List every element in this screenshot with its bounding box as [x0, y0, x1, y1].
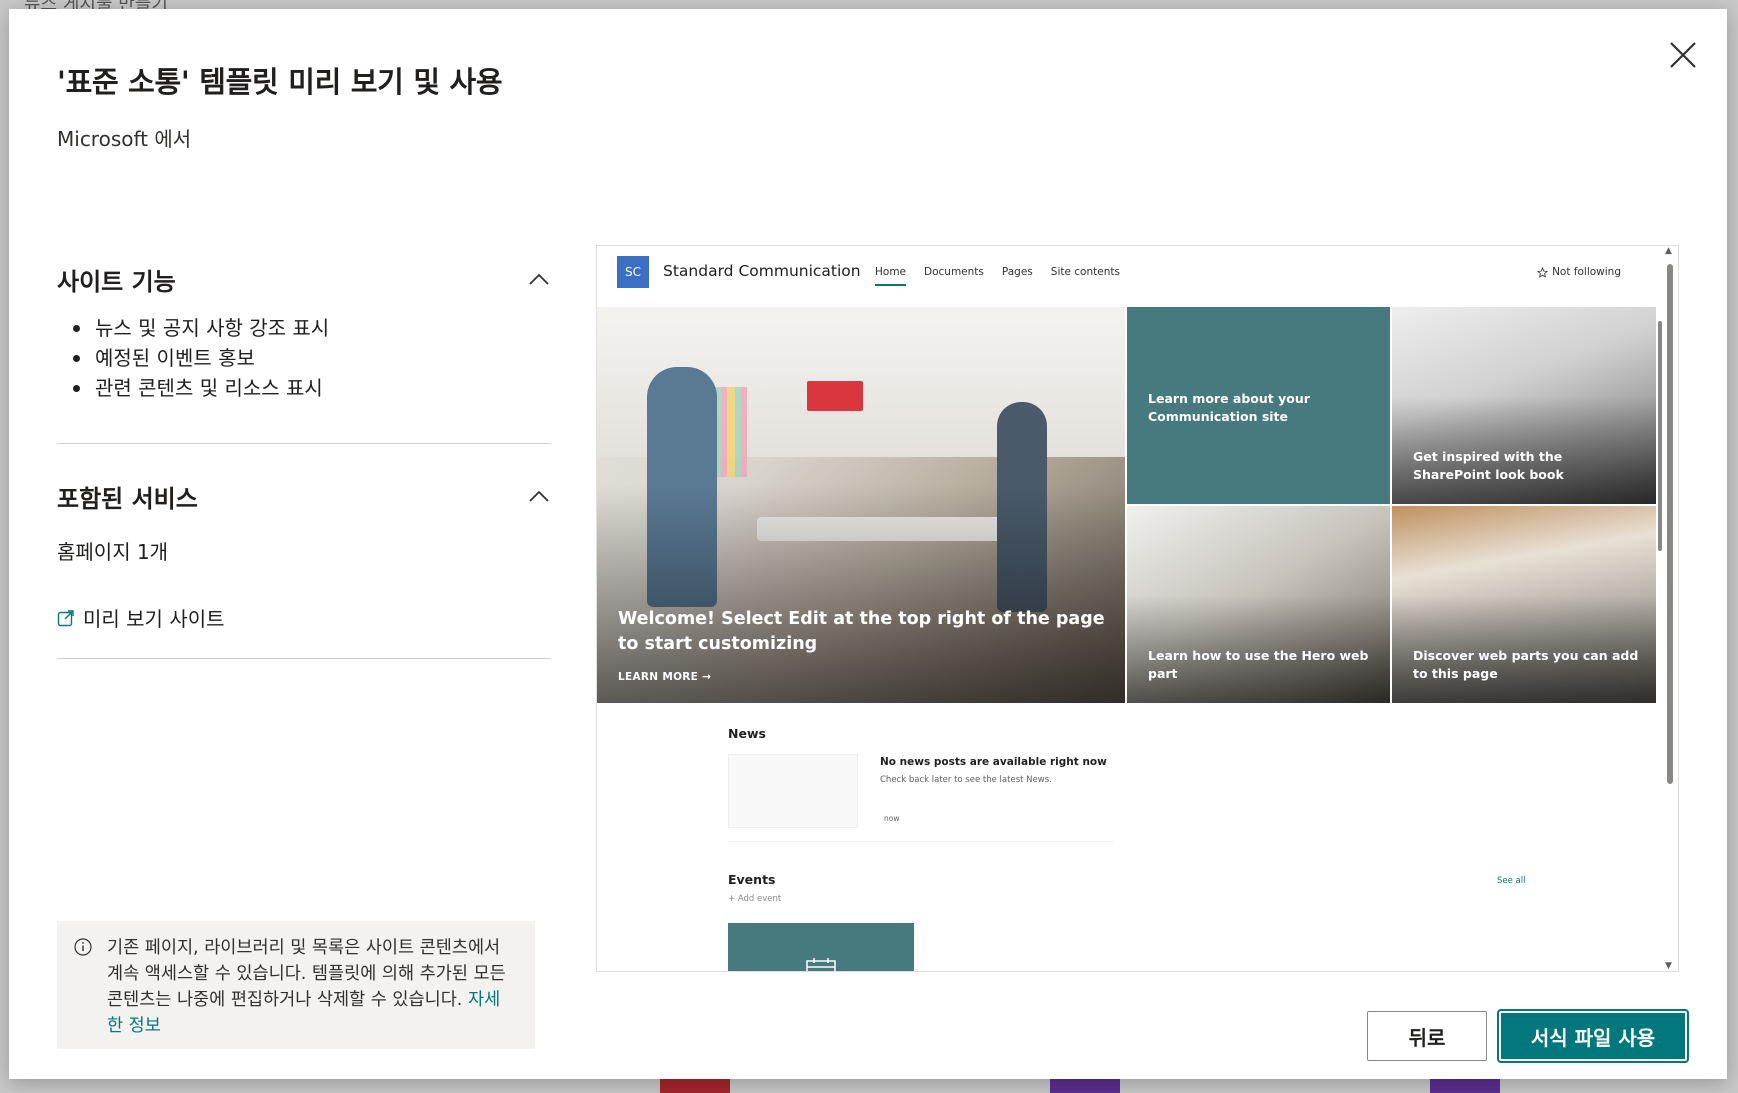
services-header[interactable]: 포함된 서비스: [57, 476, 551, 516]
close-icon: [1670, 42, 1696, 68]
chevron-up-icon[interactable]: [527, 484, 551, 508]
features-title: 사이트 기능: [57, 267, 176, 296]
hero-tile-hero-webpart[interactable]: Learn how to use the Hero web part: [1127, 506, 1390, 703]
scroll-up-icon[interactable]: ▲: [1665, 246, 1672, 256]
dialog-subtitle: Microsoft 에서: [57, 127, 192, 151]
learn-more-link[interactable]: LEARN MORE →: [618, 671, 711, 683]
calendar-icon: [806, 958, 836, 971]
services-text: 홈페이지 1개: [57, 540, 169, 564]
dialog-title: '표준 소통' 템플릿 미리 보기 및 사용: [57, 65, 503, 99]
add-event-label: Add event: [737, 894, 782, 904]
hero-tile-text: Discover web parts you can add to this p…: [1413, 648, 1639, 681]
background-block: [660, 1079, 730, 1093]
news-title: News: [728, 726, 766, 741]
back-button[interactable]: 뒤로: [1367, 1011, 1487, 1061]
background-block: [1050, 1079, 1120, 1093]
preview-scrollbar[interactable]: ▲ ▼: [1662, 246, 1678, 971]
chevron-up-icon[interactable]: [527, 267, 551, 291]
use-template-button[interactable]: 서식 파일 사용: [1499, 1011, 1687, 1061]
see-all-link[interactable]: See all: [1497, 876, 1526, 886]
hero-tile-main[interactable]: Welcome! Select Edit at the top right of…: [597, 307, 1125, 703]
template-preview-dialog: '표준 소통' 템플릿 미리 보기 및 사용 Microsoft 에서 사이트 …: [9, 9, 1727, 1079]
site-preview: SC Standard Communication Home Documents…: [596, 245, 1679, 972]
add-event-button[interactable]: + Add event: [728, 894, 781, 904]
site-header: SC Standard Communication Home Documents…: [597, 246, 1657, 306]
hero-tile-text: Get inspired with the SharePoint look bo…: [1413, 449, 1564, 482]
news-thumbnail: [728, 754, 858, 828]
hero-tile-webparts[interactable]: Discover web parts you can add to this p…: [1392, 506, 1656, 703]
nav-item-site-contents[interactable]: Site contents: [1051, 266, 1120, 286]
news-body: Check back later to see the latest News.: [880, 775, 1052, 785]
news-time: now: [884, 814, 900, 823]
star-icon: [1537, 266, 1549, 278]
hero-tile-lookbook[interactable]: Get inspired with the SharePoint look bo…: [1392, 307, 1656, 504]
list-item: 뉴스 및 공지 사항 강조 표시: [57, 313, 551, 343]
preview-site-label: 미리 보기 사이트: [83, 607, 225, 631]
hero-tile-communication[interactable]: Learn more about your Communication site: [1127, 307, 1390, 504]
services-title: 포함된 서비스: [57, 484, 198, 513]
info-text: 기존 페이지, 라이브러리 및 목록은 사이트 콘텐츠에서 계속 액세스할 수 …: [107, 938, 506, 1010]
nav-item-pages[interactable]: Pages: [1002, 266, 1033, 286]
events-title: Events: [728, 872, 776, 887]
nav-item-documents[interactable]: Documents: [924, 266, 984, 286]
background-bottom-strip: [0, 1079, 1738, 1093]
background-block: [1430, 1079, 1500, 1093]
site-nav: Home Documents Pages Site contents: [875, 266, 1120, 286]
info-message: 기존 페이지, 라이브러리 및 목록은 사이트 콘텐츠에서 계속 액세스할 수 …: [57, 921, 535, 1049]
scroll-down-icon[interactable]: ▼: [1665, 961, 1672, 971]
list-item: 예정된 이벤트 홍보: [57, 343, 551, 373]
follow-toggle[interactable]: Not following: [1537, 266, 1621, 278]
site-title: Standard Communication: [663, 262, 861, 280]
site-logo: SC: [617, 256, 649, 288]
news-headline: No news posts are available right now: [880, 756, 1107, 768]
list-item: 관련 콘텐츠 및 리소스 표시: [57, 373, 551, 403]
hero-web-part: Welcome! Select Edit at the top right of…: [597, 307, 1656, 703]
info-icon: [74, 938, 92, 956]
follow-label: Not following: [1552, 266, 1621, 278]
scrollbar-thumb[interactable]: [1667, 264, 1673, 784]
features-list: 뉴스 및 공지 사항 강조 표시 예정된 이벤트 홍보 관련 콘텐츠 및 리소스…: [57, 313, 551, 403]
features-header[interactable]: 사이트 기능: [57, 259, 551, 299]
nav-item-home[interactable]: Home: [875, 266, 907, 286]
divider: [57, 658, 551, 659]
event-card[interactable]: [728, 923, 914, 971]
divider: [57, 443, 551, 444]
hero-main-title: Welcome! Select Edit at the top right of…: [618, 609, 1105, 654]
preview-site-link[interactable]: 미리 보기 사이트: [57, 603, 551, 632]
template-details: 사이트 기능 뉴스 및 공지 사항 강조 표시 예정된 이벤트 홍보 관련 콘텐…: [57, 259, 551, 659]
close-button[interactable]: [1663, 35, 1703, 75]
open-in-new-icon: [57, 609, 74, 626]
divider: [728, 841, 1113, 842]
plus-icon: +: [728, 894, 738, 904]
hero-tile-text: Learn more about your Communication site: [1148, 391, 1310, 424]
hero-tile-text: Learn how to use the Hero web part: [1148, 648, 1369, 681]
